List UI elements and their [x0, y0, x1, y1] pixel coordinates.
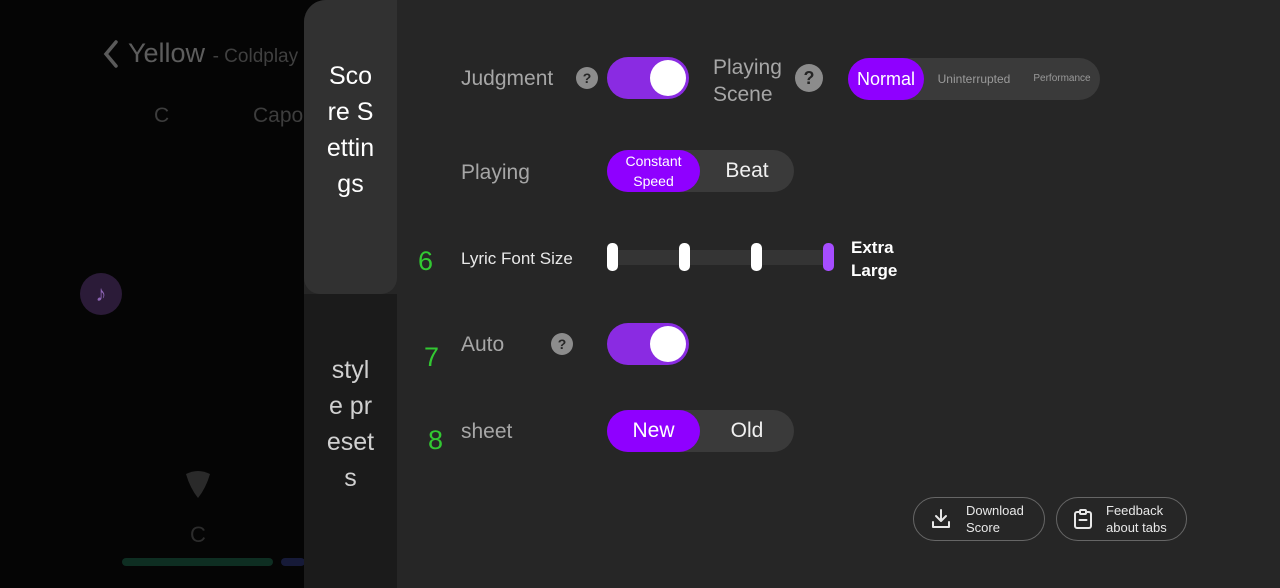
row-number: 8	[428, 425, 444, 455]
slider-stop-3[interactable]	[751, 243, 762, 271]
scene-option-performance[interactable]: Performance	[1024, 58, 1100, 100]
sheet-selector: New Old	[607, 410, 794, 452]
help-icon[interactable]: ?	[795, 64, 823, 92]
judgment-toggle[interactable]	[607, 57, 689, 99]
playing-scene-label: Playing Scene	[713, 56, 782, 106]
slider-stop-1[interactable]	[607, 243, 618, 271]
chord-label: C	[190, 522, 206, 547]
help-icon[interactable]: ?	[551, 333, 573, 355]
feedback-button[interactable]: Feedback about tabs	[1056, 497, 1187, 541]
download-score-label: Download Score	[966, 503, 1024, 535]
auto-label: Auto	[461, 333, 505, 356]
download-icon	[932, 509, 950, 528]
playing-scene-selector: Normal Uninterrupted Performance	[848, 58, 1100, 100]
music-note-icon: ♪	[80, 273, 122, 315]
playing-label: Playing	[461, 161, 530, 184]
help-icon[interactable]: ?	[576, 67, 598, 89]
tab-label: style presets	[326, 356, 375, 492]
playing-option-beat[interactable]: Beat	[700, 150, 794, 192]
tab-style-presets[interactable]: style presets	[304, 294, 397, 588]
toggle-knob	[650, 326, 686, 362]
progress-bar-secondary	[281, 558, 305, 566]
song-title: Yellow - Coldplay	[128, 38, 299, 68]
scene-option-normal[interactable]: Normal	[848, 58, 924, 100]
toggle-knob	[650, 60, 686, 96]
tab-label: Score Settings	[326, 62, 375, 198]
key-label: C	[154, 104, 170, 127]
row-number: 7	[424, 342, 440, 372]
playing-selector: Constant Speed Beat	[607, 150, 794, 192]
download-score-button[interactable]: Download Score	[913, 497, 1045, 541]
slider-stop-4[interactable]	[823, 243, 834, 271]
tab-score-settings[interactable]: Score Settings	[304, 0, 397, 294]
capo-label: Capo	[253, 104, 304, 127]
playing-option-constant-speed[interactable]: Constant Speed	[607, 150, 700, 192]
lyric-font-size-value: Extra Large	[851, 238, 898, 280]
back-icon	[103, 40, 118, 68]
guitar-pick-icon	[186, 471, 210, 498]
row-number: 6	[418, 246, 434, 276]
progress-bar	[122, 558, 273, 566]
judgment-label: Judgment	[461, 67, 554, 90]
auto-toggle[interactable]	[607, 323, 689, 365]
lyric-font-size-label: Lyric Font Size	[461, 249, 573, 268]
feedback-label: Feedback about tabs	[1106, 503, 1167, 535]
sheet-option-new[interactable]: New	[607, 410, 700, 452]
clipboard-icon	[1074, 509, 1092, 529]
scene-option-uninterrupted[interactable]: Uninterrupted	[924, 58, 1024, 100]
sheet-label: sheet	[461, 420, 513, 443]
lyric-font-size-slider[interactable]	[612, 250, 830, 265]
sheet-option-old[interactable]: Old	[700, 410, 794, 452]
slider-stop-2[interactable]	[679, 243, 690, 271]
